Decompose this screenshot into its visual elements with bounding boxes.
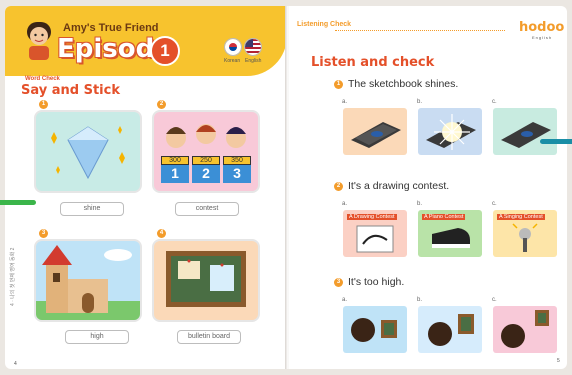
korean-flag-icon[interactable]	[224, 38, 242, 56]
q1-option-a[interactable]	[343, 108, 407, 155]
option-a-label: a.	[342, 297, 348, 303]
option-a-label: a.	[342, 99, 348, 105]
listening-check-label: Listening Check	[297, 21, 352, 28]
option-c-label: c.	[492, 297, 497, 303]
item-number: 1	[39, 100, 48, 109]
right-page: Listening Check hodoo English Listen and…	[289, 6, 567, 369]
word-check-label: Word Check	[25, 76, 60, 82]
contest-sign: A Drawing Contest	[347, 214, 397, 220]
q1-option-b[interactable]	[418, 108, 482, 155]
option-c-label: c.	[492, 201, 497, 207]
green-tab-marker	[0, 200, 36, 205]
option-b-label: b.	[417, 297, 423, 303]
korean-label: Korean	[224, 58, 241, 64]
q3-option-b[interactable]	[418, 306, 482, 353]
english-flag-icon[interactable]	[244, 38, 262, 56]
shining-sketchbook-icon	[426, 114, 476, 150]
item-number: 2	[157, 100, 166, 109]
word-box-shine[interactable]: shine	[60, 202, 124, 216]
q1-option-c[interactable]	[493, 108, 557, 155]
item-number: 3	[39, 229, 48, 238]
left-page: Amy's True Friend Episode 1 Korean Engli…	[5, 6, 287, 369]
option-b-label: b.	[417, 99, 423, 105]
contest-place: 1	[161, 165, 189, 183]
girl-looking-icon	[428, 314, 474, 346]
contest-place: 2	[192, 165, 220, 183]
contest-score: 350	[223, 156, 251, 165]
question-number: 3	[334, 278, 343, 287]
say-and-stick-title: Say and Stick	[21, 83, 120, 98]
option-b-label: b.	[417, 201, 423, 207]
bulletin-board-icon	[166, 251, 246, 307]
hodoo-logo: hodoo	[519, 20, 565, 35]
option-a-label: a.	[342, 201, 348, 207]
word-box-high[interactable]: high	[65, 330, 129, 344]
amy-avatar-icon	[27, 22, 51, 60]
bulletin-board-card	[152, 239, 260, 322]
castle-icon	[36, 245, 140, 320]
teal-tab-marker	[540, 139, 572, 144]
q3-option-c[interactable]	[493, 306, 557, 353]
question-text: It's a drawing contest.	[348, 180, 450, 192]
left-page-number: 4	[14, 361, 17, 367]
girl-reaching-icon	[351, 318, 397, 342]
question-text: The sketchbook shines.	[348, 78, 459, 90]
sketchbook-icon	[351, 122, 401, 148]
girl-far-icon	[501, 310, 549, 348]
contest-score: 250	[192, 156, 220, 165]
question-number: 1	[334, 80, 343, 89]
series-title: Amy's True Friend	[63, 22, 159, 34]
word-box-contest[interactable]: contest	[175, 202, 239, 216]
listen-and-check-title: Listen and check	[311, 55, 435, 70]
contest-sign: A Singing Contest	[497, 214, 545, 220]
diamond-icon	[51, 126, 125, 180]
shine-card	[34, 110, 142, 193]
q3-option-a[interactable]	[343, 306, 407, 353]
option-c-label: c.	[492, 99, 497, 105]
contest-sign: A Piano Contest	[422, 214, 466, 220]
question-number: 2	[334, 182, 343, 191]
right-page-number: 5	[557, 358, 560, 364]
high-card	[34, 239, 142, 322]
contest-card: 300 1 250 2 350 3	[152, 110, 260, 193]
q2-option-a[interactable]: A Drawing Contest	[343, 210, 407, 257]
contest-place: 3	[223, 165, 251, 183]
hodoo-logo-sub: English	[532, 35, 553, 40]
contest-score: 300	[161, 156, 189, 165]
item-number: 4	[157, 229, 166, 238]
q2-option-b[interactable]: A Piano Contest	[418, 210, 482, 257]
dotted-divider	[335, 30, 505, 31]
word-box-bulletin-board[interactable]: bulletin board	[177, 330, 241, 344]
side-text: 4 · 나의 첫 번째 영어 동화 2	[10, 247, 16, 306]
q2-option-c[interactable]: A Singing Contest	[493, 210, 557, 257]
episode-number: 1	[150, 36, 180, 66]
closed-sketchbook-icon	[501, 122, 551, 148]
english-label: English	[245, 58, 262, 64]
question-text: It's too high.	[348, 276, 405, 288]
